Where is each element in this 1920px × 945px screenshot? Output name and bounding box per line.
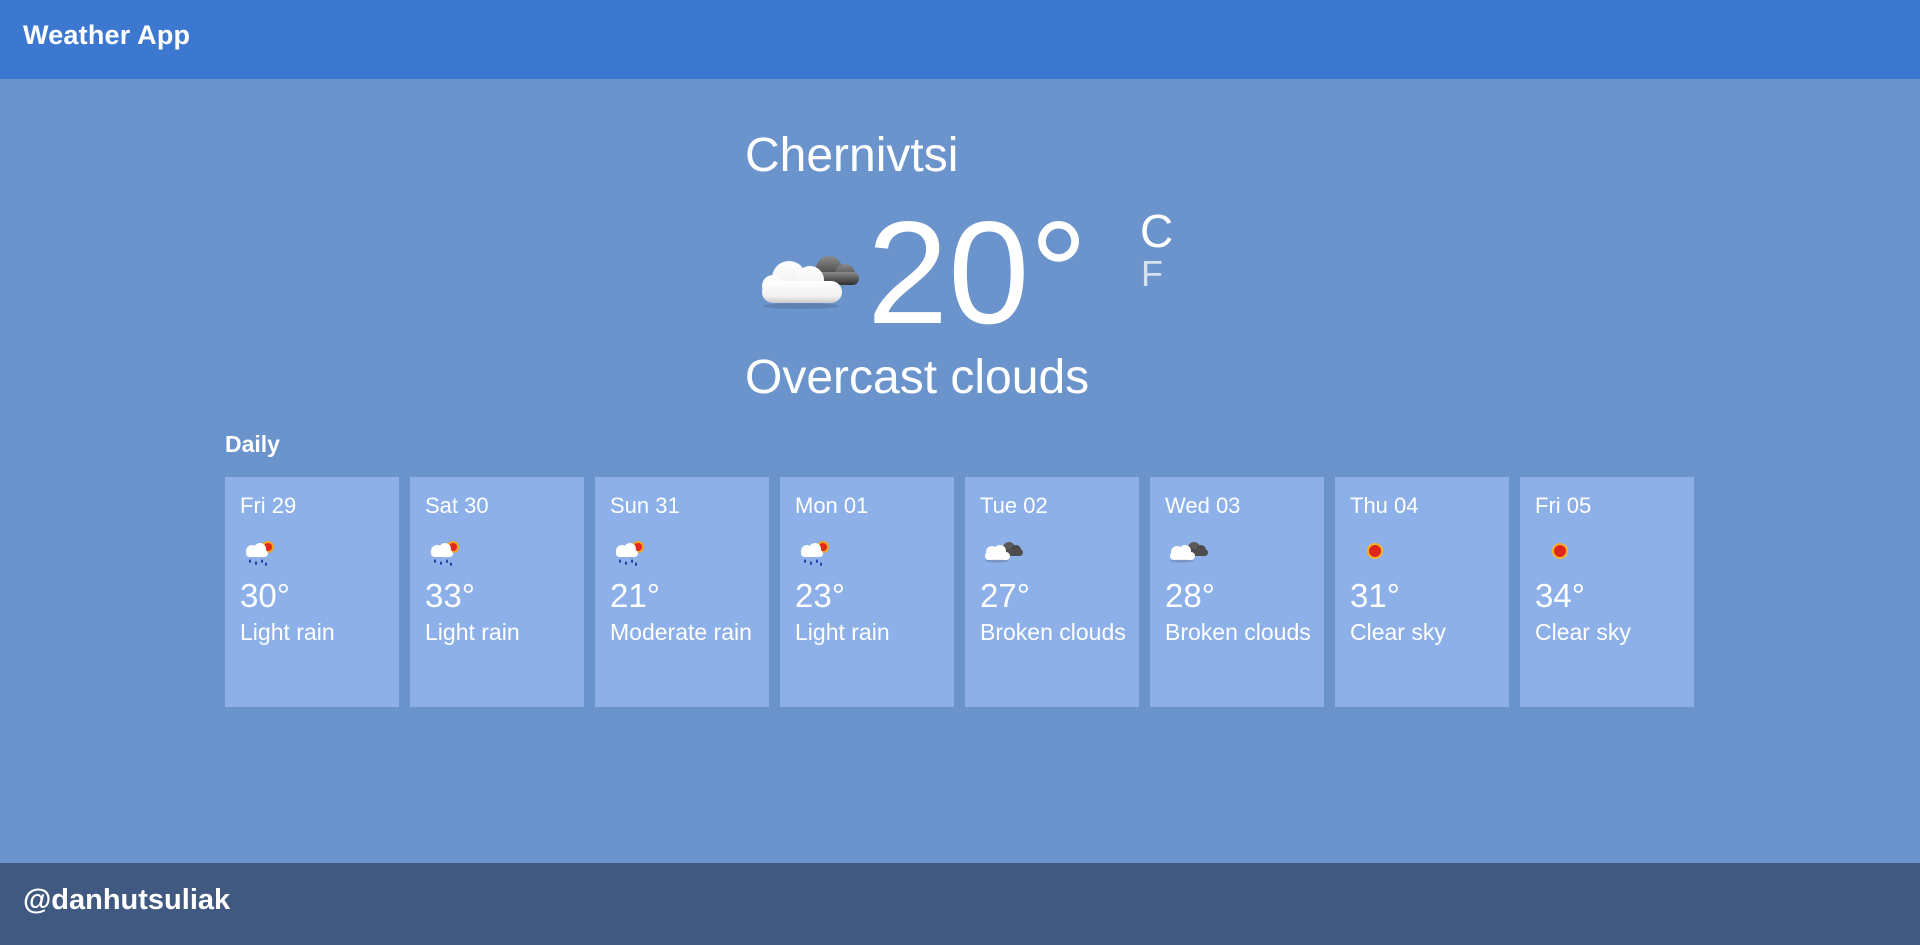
day-condition: Broken clouds: [980, 619, 1126, 645]
day-name: Fri 29: [240, 493, 297, 518]
main-content: Chernivtsi 20° C F Overcast clouds Daily…: [0, 79, 1920, 863]
day-condition: Broken clouds: [1165, 619, 1311, 645]
day-name: Tue 02: [980, 493, 1048, 518]
day-card[interactable]: Thu 04 31° Clear sky: [1335, 477, 1509, 707]
clear-sky-icon: [1350, 535, 1390, 569]
day-name: Sun 31: [610, 493, 680, 518]
daily-forecast: Fri 29 30° Light rain Sat 30 33° Light r…: [225, 477, 1695, 707]
current-weather: Chernivtsi 20° C F Overcast clouds: [745, 128, 1285, 408]
day-card[interactable]: Sat 30 33° Light rain: [410, 477, 584, 707]
app-header: Weather App: [0, 0, 1920, 79]
unit-celsius-button[interactable]: C: [1140, 206, 1173, 256]
day-card[interactable]: Fri 05 34° Clear sky: [1520, 477, 1694, 707]
day-temperature: 23°: [795, 577, 845, 614]
day-card[interactable]: Mon 01 23° Light rain: [780, 477, 954, 707]
day-temperature: 31°: [1350, 577, 1400, 614]
day-condition: Light rain: [425, 619, 520, 645]
day-card[interactable]: Fri 29 30° Light rain: [225, 477, 399, 707]
daily-heading: Daily: [225, 431, 280, 457]
day-temperature: 34°: [1535, 577, 1585, 614]
day-condition: Clear sky: [1535, 619, 1631, 645]
day-temperature: 27°: [980, 577, 1030, 614]
day-name: Sat 30: [425, 493, 489, 518]
light-rain-icon: [240, 535, 280, 569]
day-card[interactable]: Sun 31 21° Moderate rain: [595, 477, 769, 707]
current-condition: Overcast clouds: [745, 351, 1090, 404]
city-name: Chernivtsi: [745, 129, 959, 182]
light-rain-icon: [425, 535, 465, 569]
day-temperature: 33°: [425, 577, 475, 614]
day-condition: Light rain: [240, 619, 335, 645]
day-condition: Moderate rain: [610, 619, 752, 645]
day-name: Thu 04: [1350, 493, 1419, 518]
clear-sky-icon: [1535, 535, 1575, 569]
day-name: Fri 05: [1535, 493, 1592, 518]
day-name: Wed 03: [1165, 493, 1241, 518]
overcast-clouds-icon: [753, 236, 863, 317]
light-rain-icon: [610, 535, 650, 569]
day-name: Mon 01: [795, 493, 869, 518]
broken-clouds-icon: [980, 535, 1023, 569]
author-handle-link[interactable]: @danhutsuliak: [23, 884, 230, 917]
day-condition: Light rain: [795, 619, 890, 645]
broken-clouds-icon: [1165, 535, 1208, 569]
app-title[interactable]: Weather App: [23, 20, 190, 51]
day-condition: Clear sky: [1350, 619, 1446, 645]
day-card[interactable]: Wed 03 28° Broken clouds: [1150, 477, 1324, 707]
day-temperature: 21°: [610, 577, 660, 614]
day-temperature: 30°: [240, 577, 290, 614]
app-footer: @danhutsuliak: [0, 863, 1920, 945]
light-rain-icon: [795, 535, 835, 569]
current-temperature: 20°: [867, 191, 1088, 354]
unit-fahrenheit-button[interactable]: F: [1141, 253, 1163, 295]
day-temperature: 28°: [1165, 577, 1215, 614]
day-card[interactable]: Tue 02 27° Broken clouds: [965, 477, 1139, 707]
